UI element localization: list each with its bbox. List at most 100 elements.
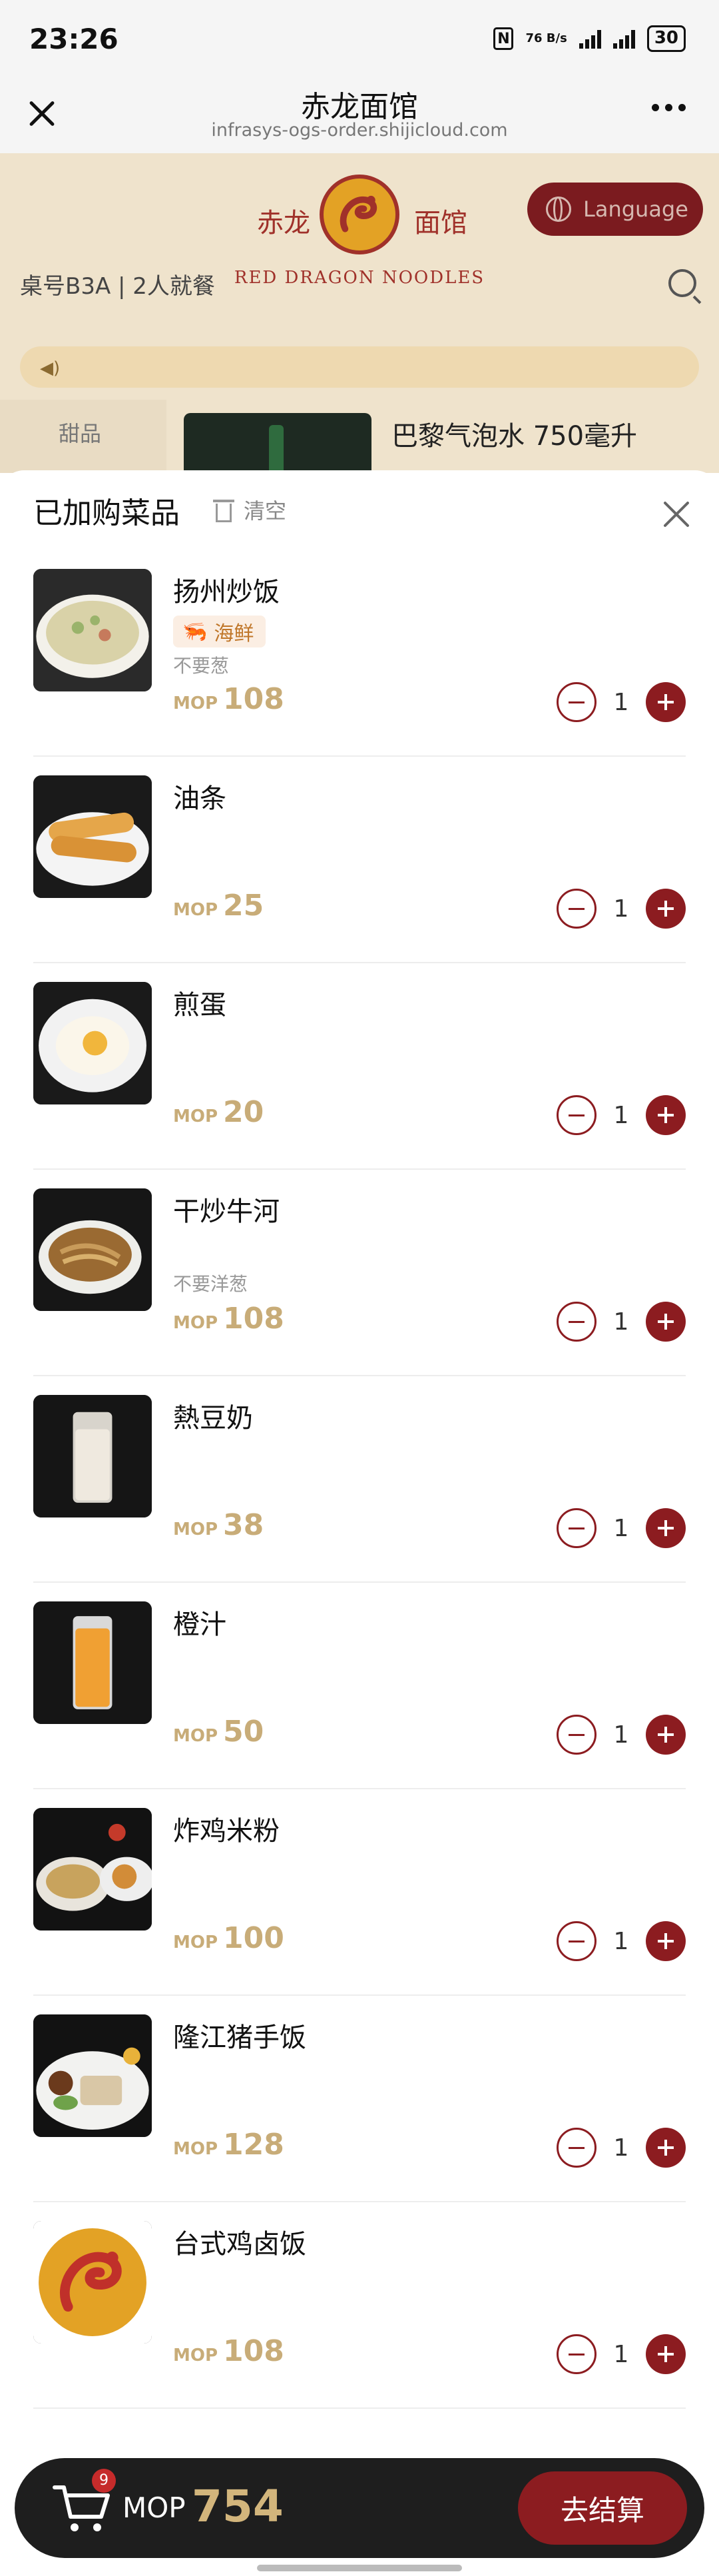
status-bar: 23:26 N 76 B/s 30 <box>0 0 719 79</box>
menu-item-image <box>184 413 371 473</box>
page-title: 赤龙面馆 <box>301 90 418 124</box>
cart-item-price: MOP 25 <box>173 889 264 923</box>
search-icon[interactable] <box>668 269 696 297</box>
dragon-logo-icon <box>320 175 399 254</box>
decrease-quantity-button[interactable] <box>557 1095 597 1135</box>
cart-sheet-title: 已加购菜品 <box>33 496 180 530</box>
quantity-stepper: 1 <box>557 1508 686 1548</box>
quantity-value: 1 <box>613 1927 629 1955</box>
cart-item-row: 扬州炒饭 🦐 海鲜 不要葱 MOP 108 1 <box>33 552 686 757</box>
quantity-stepper: 1 <box>557 889 686 929</box>
increase-quantity-button[interactable] <box>646 2128 686 2168</box>
restaurant-header: 赤龙 面馆 RED DRAGON NOODLES Language 桌号B3A … <box>0 153 719 473</box>
speaker-icon: ◀) <box>40 358 61 378</box>
menu-item-name: 巴黎气泡水 750毫升 <box>391 421 638 452</box>
clear-cart-button[interactable]: 清空 <box>213 494 286 525</box>
category-sidebar[interactable]: 甜品 <box>0 400 166 473</box>
table-info: 桌号B3A | 2人就餐 <box>20 273 215 300</box>
net-speed: 76 B/s <box>525 31 567 45</box>
increase-quantity-button[interactable] <box>646 1508 686 1548</box>
language-button[interactable]: Language <box>527 183 703 236</box>
quantity-value: 1 <box>613 2340 629 2368</box>
checkout-button[interactable]: 去结算 <box>518 2471 687 2545</box>
logo-text-right: 面馆 <box>414 208 467 238</box>
cart-item-price: MOP 38 <box>173 1508 264 1542</box>
cart-item-price: MOP 108 <box>173 2334 284 2368</box>
increase-quantity-button[interactable] <box>646 1715 686 1755</box>
decrease-quantity-button[interactable] <box>557 1508 597 1548</box>
language-label: Language <box>583 197 688 222</box>
signal-icon-2 <box>612 29 635 49</box>
seafood-tag: 🦐 海鲜 <box>173 616 266 647</box>
price-amount: 100 <box>223 1921 284 1955</box>
pork-knuckle-rice-image <box>33 2014 152 2137</box>
globe-icon <box>546 197 571 222</box>
cart-bar: 9 MOP 754 去结算 <box>15 2458 704 2558</box>
increase-quantity-button[interactable] <box>646 1921 686 1961</box>
signal-icon <box>579 29 601 49</box>
cart-item-name: 隆江猪手饭 <box>173 2022 306 2053</box>
cart-item-name: 橙汁 <box>173 1609 226 1640</box>
price-amount: 38 <box>223 1508 264 1542</box>
decrease-quantity-button[interactable] <box>557 889 597 929</box>
quantity-stepper: 1 <box>557 1715 686 1755</box>
nfc-icon: N <box>493 27 514 50</box>
status-icons: N 76 B/s 30 <box>493 25 686 52</box>
battery-icon: 30 <box>646 25 686 52</box>
decrease-quantity-button[interactable] <box>557 1715 597 1755</box>
quantity-stepper: 1 <box>557 2334 686 2374</box>
price-currency: MOP <box>173 1932 218 1952</box>
cart-item-name: 台式鸡卤饭 <box>173 2229 306 2260</box>
increase-quantity-button[interactable] <box>646 2334 686 2374</box>
logo-text-left: 赤龙 <box>257 208 310 238</box>
price-amount: 108 <box>223 682 284 716</box>
quantity-value: 1 <box>613 688 629 716</box>
quantity-value: 1 <box>613 1308 629 1336</box>
price-currency: MOP <box>173 900 218 920</box>
increase-quantity-button[interactable] <box>646 1302 686 1342</box>
notice-bar: ◀) <box>20 346 699 388</box>
quantity-value: 1 <box>613 2134 629 2162</box>
beef-noodles-image <box>33 1188 152 1311</box>
cart-count-badge: 9 <box>92 2469 116 2493</box>
cart-item-price: MOP 108 <box>173 682 284 716</box>
decrease-quantity-button[interactable] <box>557 1302 597 1342</box>
decrease-quantity-button[interactable] <box>557 682 597 722</box>
cart-item-name: 油条 <box>173 783 226 814</box>
price-amount: 20 <box>223 1095 264 1129</box>
increase-quantity-button[interactable] <box>646 682 686 722</box>
price-amount: 50 <box>223 1715 264 1749</box>
fried-rice-image <box>33 569 152 691</box>
quantity-stepper: 1 <box>557 1302 686 1342</box>
cart-item-name: 扬州炒饭 <box>173 577 280 608</box>
cart-item-price: MOP 100 <box>173 1921 284 1955</box>
decrease-quantity-button[interactable] <box>557 2128 597 2168</box>
quantity-stepper: 1 <box>557 2128 686 2168</box>
price-currency: MOP <box>173 693 218 713</box>
cart-item-row: 隆江猪手饭 MOP 128 1 <box>33 1997 686 2202</box>
increase-quantity-button[interactable] <box>646 889 686 929</box>
cart-item-price: MOP 108 <box>173 1302 284 1336</box>
price-amount: 108 <box>223 1302 284 1336</box>
close-sheet-icon[interactable] <box>662 500 691 529</box>
cart-total: 754 <box>192 2481 284 2532</box>
quantity-value: 1 <box>613 895 629 923</box>
fried-egg-image <box>33 982 152 1104</box>
increase-quantity-button[interactable] <box>646 1095 686 1135</box>
shrimp-icon: 🦐 <box>182 620 208 644</box>
price-currency: MOP <box>173 1313 218 1333</box>
cart-item-name: 熱豆奶 <box>173 1403 253 1434</box>
price-currency: MOP <box>173 1726 218 1746</box>
price-amount: 108 <box>223 2334 284 2368</box>
price-amount: 128 <box>223 2128 284 2162</box>
more-icon[interactable] <box>652 104 686 111</box>
cart-item-price: MOP 50 <box>173 1715 264 1749</box>
decrease-quantity-button[interactable] <box>557 2334 597 2374</box>
cart-item-note: 不要洋葱 <box>173 1273 248 1295</box>
orange-juice-image <box>33 1601 152 1724</box>
page-url: infrasys-ogs-order.shijicloud.com <box>211 120 508 141</box>
quantity-stepper: 1 <box>557 682 686 722</box>
dragon-logo-image <box>33 2221 152 2344</box>
decrease-quantity-button[interactable] <box>557 1921 597 1961</box>
cart-item-name: 炸鸡米粉 <box>173 1816 280 1847</box>
